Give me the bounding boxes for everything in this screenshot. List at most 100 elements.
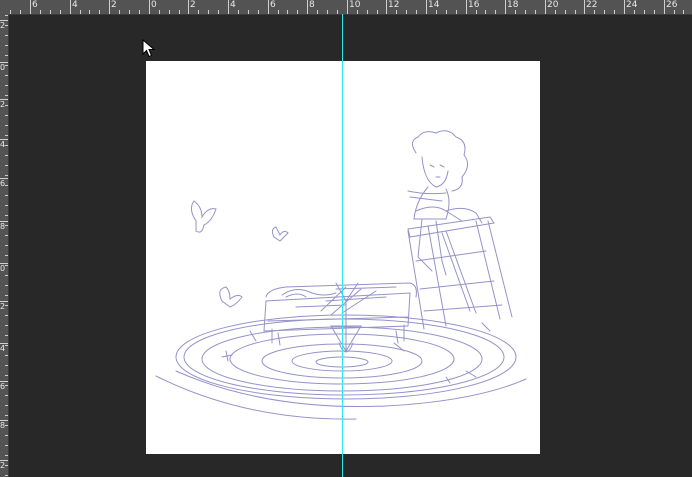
ruler-minor-tick [139, 10, 140, 14]
ruler-major-tick [149, 0, 150, 14]
ruler-major-tick [505, 0, 506, 14]
ruler-minor-tick [5, 15, 8, 16]
ruler-minor-tick [5, 195, 8, 196]
ruler-minor-tick [89, 10, 90, 14]
ruler-major-tick [664, 0, 665, 14]
ruler-minor-tick [20, 10, 21, 14]
ruler-major-tick [228, 0, 229, 14]
ruler-label: 2 [0, 461, 6, 470]
ruler-minor-tick [5, 445, 8, 446]
ruler-minor-tick [5, 375, 8, 376]
ruler-major-tick [347, 0, 348, 14]
ruler-minor-tick [5, 455, 8, 456]
ruler-major-tick [0, 381, 8, 382]
ruler-minor-tick [575, 10, 576, 14]
ruler-minor-tick [317, 10, 318, 14]
ruler-label: 18 [507, 0, 519, 10]
ruler-label: 6 [270, 0, 276, 10]
ruler-major-tick [109, 0, 110, 14]
ruler-label: 22 [586, 0, 598, 10]
ruler-minor-tick [129, 10, 130, 14]
ruler-major-tick [268, 0, 269, 14]
ruler-major-tick [0, 178, 8, 179]
ruler-minor-tick [5, 165, 8, 166]
ruler-minor-tick [159, 10, 160, 14]
ruler-label: 8 [0, 421, 6, 430]
ruler-minor-tick [5, 385, 8, 386]
ruler-minor-tick [5, 235, 8, 236]
ruler-minor-tick [683, 10, 684, 14]
arrow-cursor-icon [142, 39, 156, 58]
ruler-minor-tick [436, 10, 437, 14]
ruler-major-tick [0, 62, 8, 63]
ruler-minor-tick [5, 415, 8, 416]
ruler-minor-tick [495, 10, 496, 14]
ruler-label: 4 [230, 0, 236, 10]
ruler-minor-tick [5, 365, 8, 366]
ruler-minor-tick [5, 225, 8, 226]
ruler-minor-tick [416, 10, 417, 14]
ruler-minor-tick [5, 75, 8, 76]
ruler-minor-tick [5, 205, 8, 206]
ruler-minor-tick [5, 305, 8, 306]
ruler-label: 4 [0, 344, 6, 353]
ruler-major-tick [466, 0, 467, 14]
ruler-major-tick [0, 343, 8, 344]
ruler-minor-tick [5, 315, 8, 316]
ruler-minor-tick [485, 10, 486, 14]
ruler-label: 2 [190, 0, 196, 10]
ruler-minor-tick [5, 135, 8, 136]
horizontal-ruler[interactable]: 6 4 2 0 2 4 6 8 10 12 14 16 18 20 22 24 26 [0, 0, 692, 15]
ruler-origin-corner[interactable] [0, 0, 9, 15]
ruler-minor-tick [60, 10, 61, 14]
ruler-minor-tick [377, 10, 378, 14]
ruler-minor-tick [5, 45, 8, 46]
ruler-minor-tick [5, 175, 8, 176]
ruler-minor-tick [5, 35, 8, 36]
ruler-minor-tick [5, 275, 8, 276]
ruler-minor-tick [297, 10, 298, 14]
ruler-minor-tick [555, 10, 556, 14]
ruler-label: 6 [32, 0, 38, 10]
ruler-major-tick [0, 139, 8, 140]
ruler-minor-tick [5, 335, 8, 336]
ruler-minor-tick [5, 115, 8, 116]
ruler-major-tick [188, 0, 189, 14]
ruler-minor-tick [5, 425, 8, 426]
ruler-minor-tick [5, 25, 8, 26]
ruler-minor-tick [5, 435, 8, 436]
ruler-minor-tick [5, 295, 8, 296]
ruler-minor-tick [337, 10, 338, 14]
ruler-minor-tick [644, 10, 645, 14]
ruler-minor-tick [5, 405, 8, 406]
ruler-label: 12 [388, 0, 400, 10]
ruler-minor-tick [5, 285, 8, 286]
ruler-label: 0 [151, 0, 157, 10]
ruler-major-tick [30, 0, 31, 14]
ruler-minor-tick [5, 265, 8, 266]
ruler-label: 4 [72, 0, 78, 10]
ruler-major-tick [426, 0, 427, 14]
ruler-minor-tick [367, 10, 368, 14]
ruler-major-tick [0, 420, 8, 421]
ruler-minor-tick [5, 95, 8, 96]
ruler-minor-tick [5, 55, 8, 56]
vertical-guide-line[interactable] [342, 14, 343, 477]
ruler-minor-tick [5, 65, 8, 66]
ruler-minor-tick [5, 395, 8, 396]
ruler-major-tick [584, 0, 585, 14]
ruler-minor-tick [5, 475, 8, 476]
ruler-major-tick [0, 301, 8, 302]
ruler-label: 14 [428, 0, 440, 10]
ruler-label: 10 [349, 0, 361, 10]
ruler-major-tick [386, 0, 387, 14]
vertical-ruler[interactable]: 202468024682 [0, 0, 9, 477]
ruler-label: 6 [0, 179, 6, 188]
ruler-minor-tick [5, 325, 8, 326]
ruler-minor-tick [169, 10, 170, 14]
ruler-minor-tick [198, 10, 199, 14]
ruler-label: 24 [626, 0, 638, 10]
ruler-minor-tick [456, 10, 457, 14]
ruler-minor-tick [208, 10, 209, 14]
pencil-sketch-artwork [155, 130, 527, 420]
